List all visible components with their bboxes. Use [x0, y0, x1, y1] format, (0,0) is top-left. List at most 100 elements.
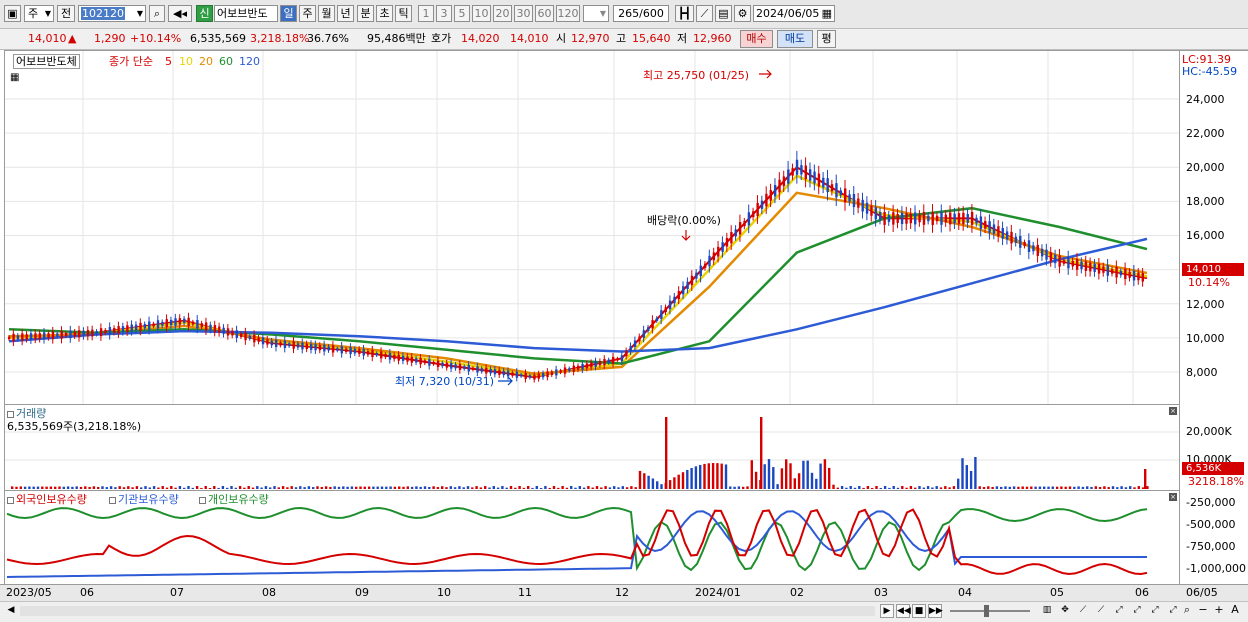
stop-icon[interactable]: ■ [912, 604, 926, 618]
candle-body [927, 215, 930, 222]
line-tool-icon[interactable]: ⟋ [1076, 604, 1090, 618]
bar-icon[interactable]: ▥ [1040, 604, 1054, 618]
candle-body [1054, 254, 1057, 264]
date-label: 03 [874, 586, 888, 599]
trend-icon[interactable]: ⤢ [1166, 604, 1180, 618]
period-week-button[interactable]: 주 [299, 5, 316, 22]
candle-body [747, 212, 751, 226]
candle-icon[interactable]: ┣┫ [675, 5, 694, 22]
candle-body [979, 216, 983, 229]
minute-10-button[interactable]: 10 [472, 5, 491, 22]
dividend-annotation: 배당락(0.00%) [647, 214, 721, 227]
candle-body [1115, 266, 1118, 278]
minute-1-button[interactable]: 1 [418, 5, 434, 22]
volume-bar [638, 470, 642, 489]
price-chart-svg [5, 51, 1179, 404]
minute-5-button[interactable]: 5 [454, 5, 470, 22]
minute-3-button[interactable]: 3 [436, 5, 452, 22]
trend-icon[interactable]: ⤢ [1130, 604, 1144, 618]
candle-body [113, 328, 116, 333]
new-badge[interactable]: 신 [196, 5, 213, 22]
candle-body [883, 211, 886, 225]
line-tool-icon[interactable]: ⟋ [1094, 604, 1108, 618]
market-select[interactable]: 주 ▼ [24, 5, 54, 22]
pan-icon[interactable]: ✥ [1058, 604, 1072, 618]
candle-body [765, 193, 768, 207]
candle-body [161, 321, 164, 326]
font-size-icon[interactable]: A [1228, 604, 1242, 618]
code-input[interactable]: 102120 ▼ [78, 5, 146, 22]
period-month-button[interactable]: 월 [318, 5, 335, 22]
candle-body [169, 319, 173, 326]
candle-body [664, 307, 667, 313]
period-minute-button[interactable]: 분 [357, 5, 374, 22]
volume-bar [458, 486, 461, 489]
forward-icon[interactable]: ▶▶ [928, 604, 943, 618]
period-prefix-button[interactable]: 전 [57, 5, 75, 22]
volume-bar [974, 457, 977, 489]
candle-body [782, 176, 786, 187]
candle-body [134, 324, 138, 331]
period-second-button[interactable]: 초 [376, 5, 393, 22]
zoom-out-icon[interactable]: − [1196, 604, 1210, 618]
holdings-panel[interactable]: 외국인보유수량 기관보유수량 개인보유수량 × [4, 490, 1180, 585]
zoom-in-icon[interactable]: + [1212, 604, 1226, 618]
speaker-icon[interactable]: ◀◂ [168, 5, 192, 22]
volume-bar [333, 486, 336, 489]
sell-button[interactable]: 매도 [777, 30, 813, 48]
volume-bar [45, 486, 48, 489]
candle-body [598, 360, 602, 366]
rewind-icon[interactable]: ◀◀ [896, 604, 911, 618]
scroll-left-icon[interactable]: ◀ [4, 604, 18, 618]
candle-body [257, 337, 260, 342]
minute-120-button[interactable]: 120 [556, 5, 580, 22]
period-tick-button[interactable]: 틱 [395, 5, 412, 22]
draw-tool-icon[interactable]: ⟋ [696, 5, 713, 22]
period-year-button[interactable]: 년 [337, 5, 354, 22]
volume-panel[interactable]: 거래량 6,535,569주(3,218.18%) × [4, 404, 1180, 491]
zoom-slider-handle[interactable] [984, 605, 989, 617]
candle-body [143, 324, 147, 329]
count-field[interactable]: 265/600 [613, 5, 669, 22]
magnifier-icon[interactable]: ⌕ [1180, 604, 1194, 618]
interval-select[interactable]: ▼ [583, 5, 609, 22]
volume-bar [608, 487, 612, 489]
low-price: 12,960 [693, 32, 732, 45]
volume-bar [1012, 486, 1016, 489]
volume-bar [496, 487, 500, 489]
trend-icon[interactable]: ⤢ [1112, 604, 1126, 618]
date-label: 09 [355, 586, 369, 599]
price-chart-panel[interactable]: 어보브반도체 종가 단순 5 10 20 60 120 ▦ 최고 25,750 … [4, 50, 1180, 405]
date-field[interactable]: 2024/06/05 ▦ [753, 5, 835, 22]
zoom-slider[interactable] [950, 610, 1030, 612]
minute-20-button[interactable]: 20 [493, 5, 512, 22]
gear-icon[interactable]: ⚙ [734, 5, 751, 22]
search-icon[interactable]: ⌕ [149, 5, 165, 22]
trend-icon[interactable]: ⤢ [1148, 604, 1162, 618]
candle-body [730, 232, 733, 244]
buy-button[interactable]: 매수 [740, 30, 773, 48]
volume-bar [1144, 469, 1147, 489]
volume-bar [853, 487, 857, 489]
candle-body [1058, 255, 1061, 267]
scroll-right-icon[interactable]: ▶ [880, 604, 894, 618]
date-label: 10 [437, 586, 451, 599]
chart-scrollbar[interactable]: ◀ ▶ ◀◀ ■ ▶▶ ▥ ✥ ⟋ ⟋ ⤢ ⤢ ⤢ ⤢ ⌕ − + A [0, 601, 1248, 622]
scroll-track[interactable] [20, 606, 875, 616]
candle-body [1010, 231, 1013, 244]
eval-button[interactable]: 평 [817, 30, 836, 48]
stock-name-field[interactable]: 어보브반도 [214, 5, 278, 22]
volume-bar [625, 487, 629, 489]
layout-icon[interactable]: ▣ [4, 5, 21, 22]
minute-60-button[interactable]: 60 [535, 5, 554, 22]
save-icon[interactable]: ▤ [715, 5, 732, 22]
volume-bar [324, 486, 328, 489]
period-day-button[interactable]: 일 [280, 5, 297, 22]
candle-body [401, 355, 405, 361]
volume-current-badge: 6,536K [1182, 462, 1244, 475]
candle-body [12, 333, 15, 342]
candle-body [82, 330, 85, 337]
volume-bar [316, 486, 319, 489]
minute-30-button[interactable]: 30 [514, 5, 533, 22]
volume-bar [432, 486, 435, 489]
